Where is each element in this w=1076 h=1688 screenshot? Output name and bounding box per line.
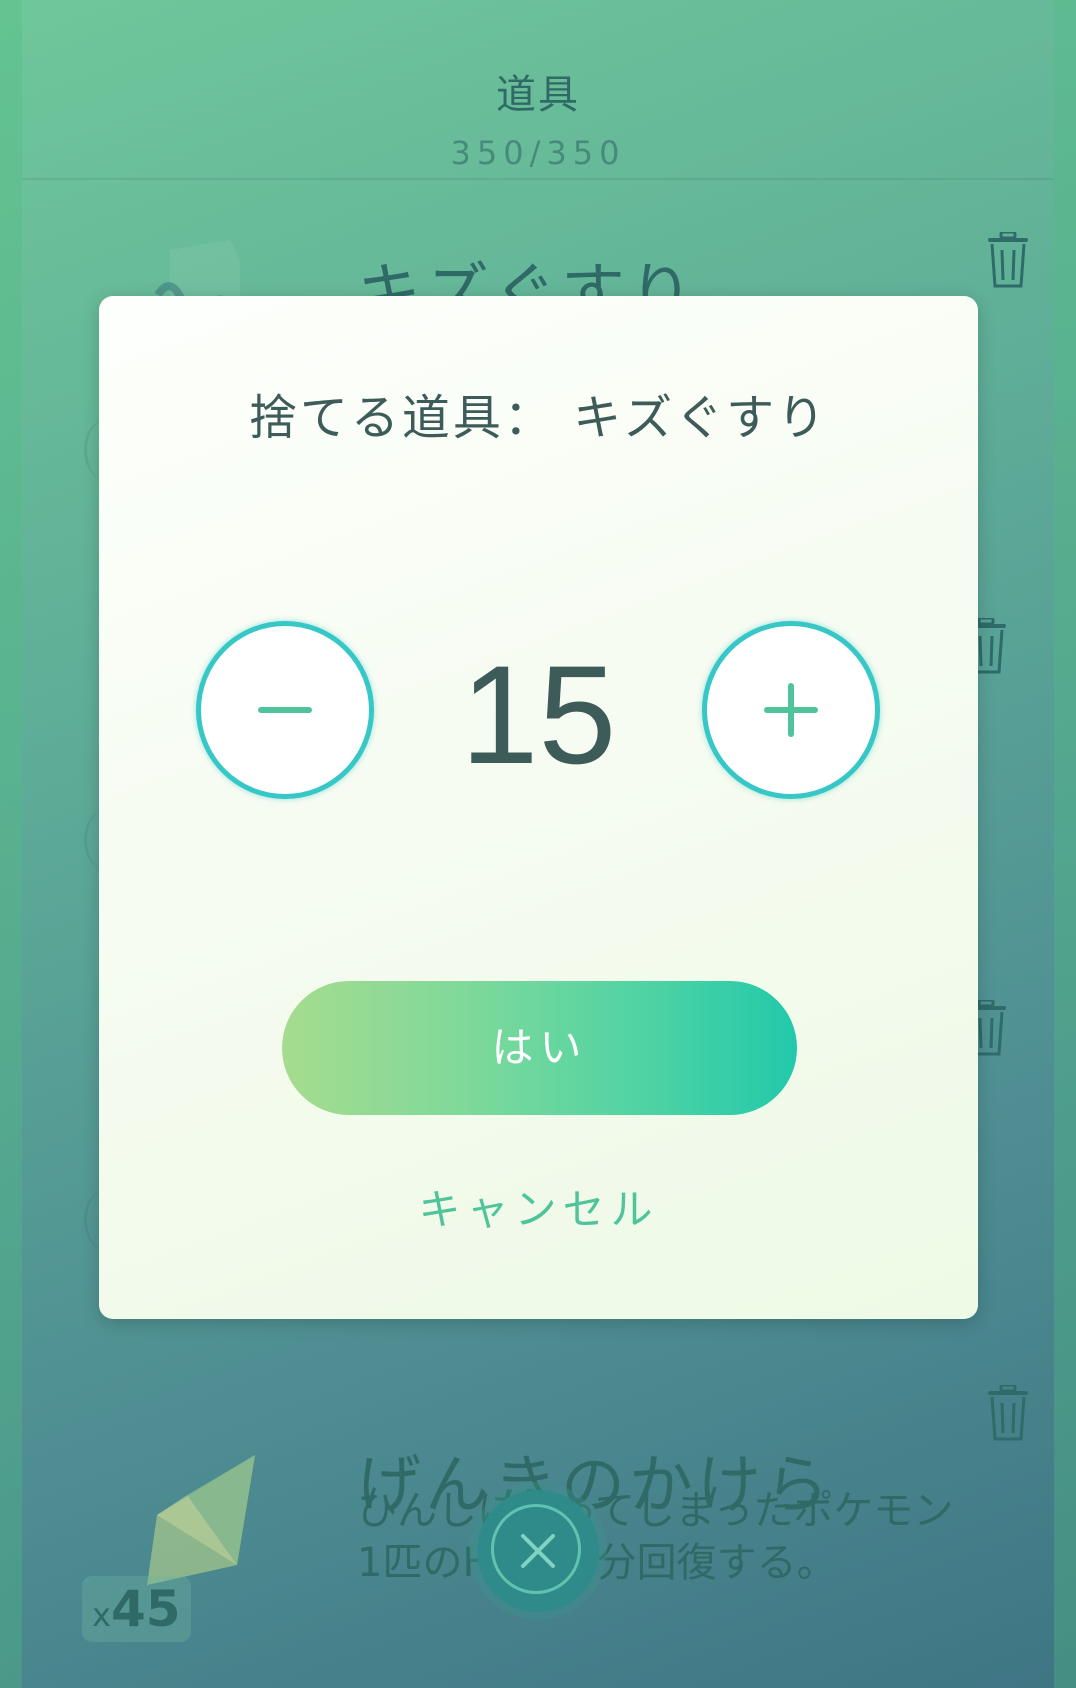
dialog-title: 捨てる道具： キズぐすり (248, 390, 829, 446)
plus-icon (764, 683, 818, 737)
trash-icon[interactable] (986, 232, 1030, 288)
left-edge (0, 0, 22, 1688)
item-description: ひんしになってしまったポケモン 1匹のHPを半分回復する。 (357, 1485, 1017, 1589)
close-button[interactable] (477, 1490, 599, 1612)
confirm-button[interactable]: はい (282, 981, 797, 1115)
bag-capacity: 350/350 (450, 134, 626, 172)
item-description-line: ひんしになってしまったポケモン (357, 1488, 954, 1534)
close-icon (521, 1534, 555, 1568)
trash-icon[interactable] (986, 1385, 1030, 1441)
increase-quantity-button[interactable] (702, 621, 880, 799)
bag-title: 道具 (496, 72, 580, 118)
item-quantity-badge: x45 (82, 1576, 191, 1642)
cancel-button[interactable]: キャンセル (99, 1176, 978, 1237)
revive-shard-icon (147, 1455, 255, 1585)
item-description-line: 1匹のHPを半分回復する。 (357, 1537, 1017, 1589)
bag-header: 道具 350/350 (22, 0, 1054, 180)
quantity-value: 45 (110, 1580, 181, 1638)
quantity-prefix: x (92, 1596, 111, 1634)
discard-item-dialog: 捨てる道具： キズぐすり 15 はい キャンセル (99, 296, 978, 1319)
right-edge (1054, 0, 1076, 1688)
